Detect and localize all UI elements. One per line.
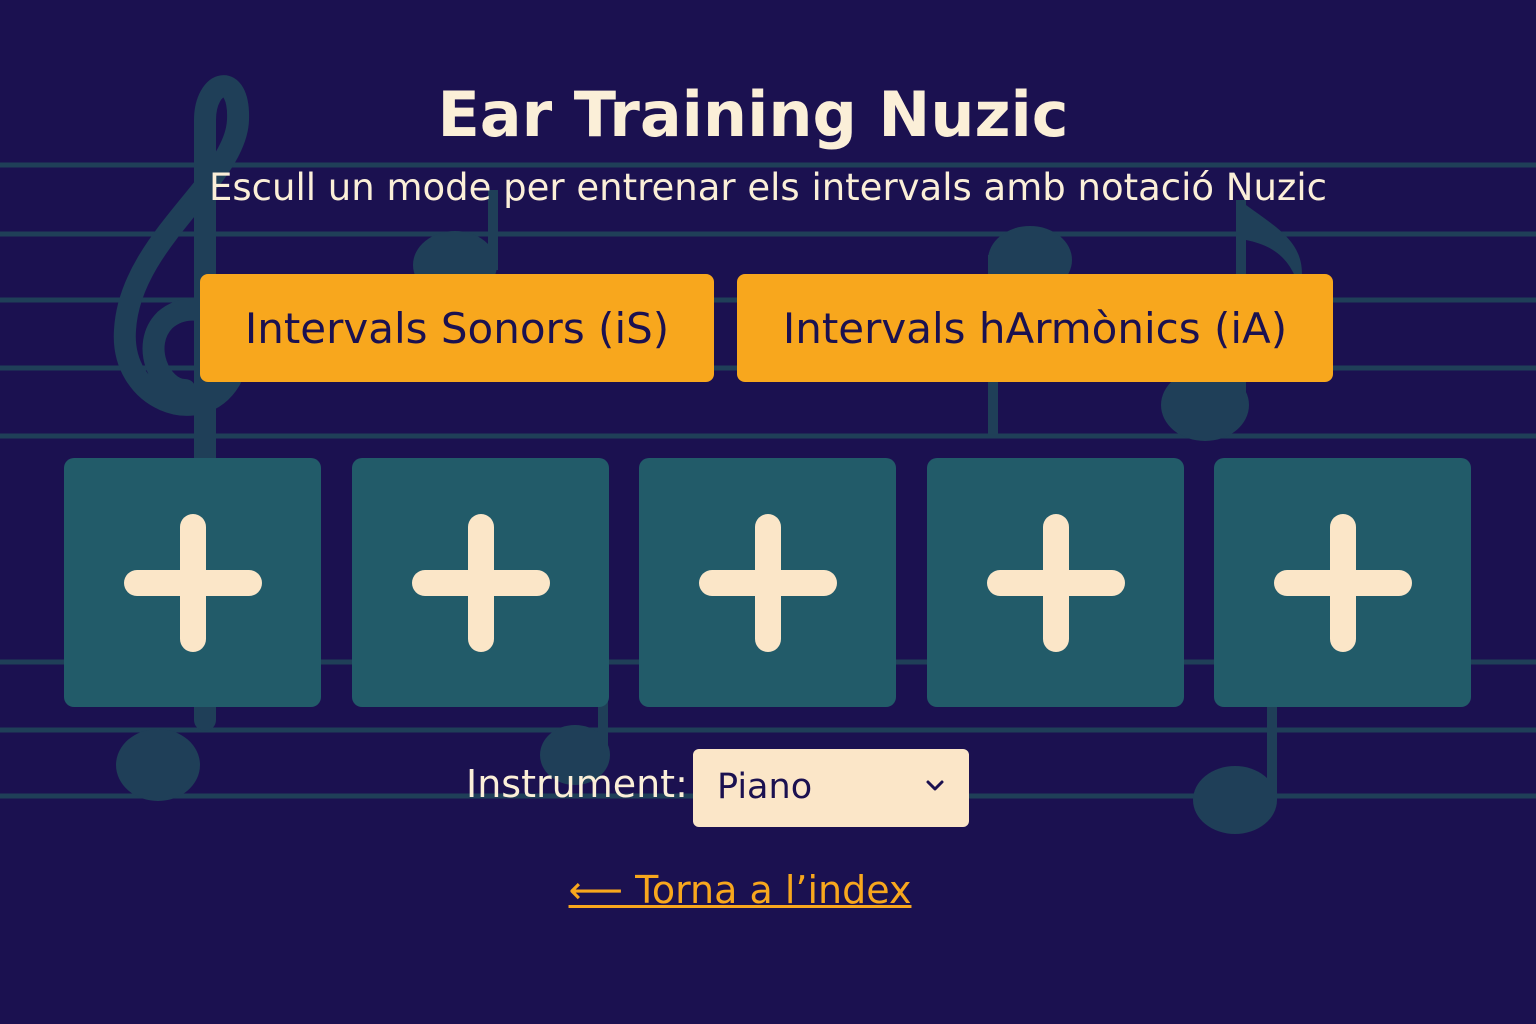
plus-icon	[699, 514, 837, 652]
add-card-3[interactable]	[639, 458, 896, 707]
chevron-down-icon	[926, 780, 944, 791]
page-subtitle: Escull un mode per entrenar els interval…	[209, 166, 1327, 209]
page-title: Ear Training Nuzic	[437, 78, 1069, 151]
music-note-icon	[1193, 766, 1277, 834]
add-card-5[interactable]	[1214, 458, 1471, 707]
add-card-1[interactable]	[64, 458, 321, 707]
add-card-2[interactable]	[352, 458, 609, 707]
instrument-label: Instrument:	[466, 762, 688, 806]
plus-icon	[987, 514, 1125, 652]
instrument-select-value: Piano	[717, 767, 813, 807]
mode-button-intervals-harmonics[interactable]: Intervals hArmònics (iA)	[737, 274, 1333, 382]
instrument-select[interactable]: Piano	[693, 749, 969, 827]
plus-icon	[412, 514, 550, 652]
plus-icon	[1274, 514, 1412, 652]
mode-button-intervals-sonors[interactable]: Intervals Sonors (iS)	[200, 274, 714, 382]
add-card-4[interactable]	[927, 458, 1184, 707]
back-to-index-link[interactable]: ⟵ Torna a l’index	[0, 868, 1480, 912]
plus-icon	[124, 514, 262, 652]
